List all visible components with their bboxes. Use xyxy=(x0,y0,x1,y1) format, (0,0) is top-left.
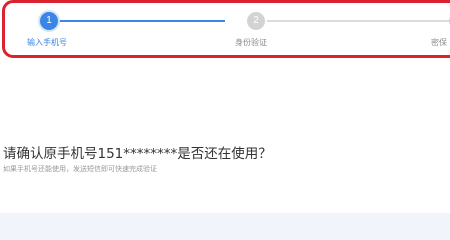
progress-track-remaining xyxy=(267,20,450,22)
step-1-label: 输入手机号 xyxy=(27,38,67,47)
step-1-indicator: 1 xyxy=(40,12,58,30)
option-panel[interactable] xyxy=(0,213,450,240)
phone-confirm-question: 请确认原手机号151********是否还在使用？ xyxy=(3,146,272,162)
progress-stepper: 1 2 3 输入手机号 身份验证 密保 xyxy=(2,0,450,58)
page: 1 2 3 输入手机号 身份验证 密保 请确认原手机号151********是否… xyxy=(0,0,450,240)
step-3-label: 密保 xyxy=(431,38,447,47)
phone-confirm-hint: 如果手机号还能使用，发送短信即可快速完成验证 xyxy=(3,165,157,173)
step-2-indicator: 2 xyxy=(247,12,265,30)
step-2-label: 身份验证 xyxy=(235,38,267,47)
progress-track-complete xyxy=(57,20,225,22)
